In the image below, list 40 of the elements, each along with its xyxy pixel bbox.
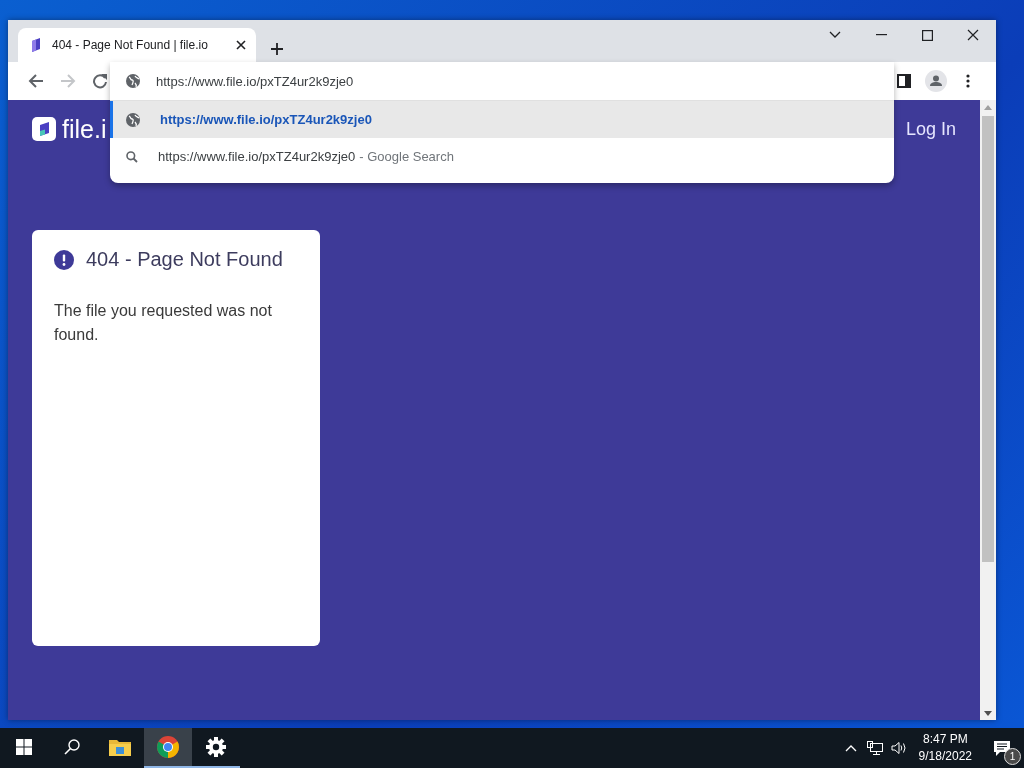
- new-tab-icon[interactable]: [270, 42, 284, 56]
- scroll-down-icon[interactable]: [984, 710, 992, 716]
- chevron-up-icon[interactable]: [844, 744, 857, 752]
- back-arrow-icon[interactable]: [28, 74, 44, 88]
- address-field[interactable]: https://www.file.io/pxTZ4ur2k9zje0: [156, 73, 756, 89]
- scrollbar[interactable]: [980, 100, 996, 720]
- logo-icon: [32, 117, 56, 141]
- logo-text: file.i: [62, 114, 107, 144]
- suggestion-item[interactable]: https://www.file.io/pxTZ4ur2k9zje0: [110, 101, 894, 138]
- search-icon: [126, 150, 138, 163]
- side-panel-icon[interactable]: [897, 74, 911, 88]
- suggestion-hint: - Google Search: [359, 149, 454, 164]
- error-message: The file you requested was not found.: [54, 301, 273, 345]
- globe-icon: [126, 112, 140, 127]
- menu-icon[interactable]: [966, 74, 970, 88]
- settings-icon: [206, 737, 226, 757]
- close-tab-icon[interactable]: [236, 40, 246, 50]
- network-icon[interactable]: [866, 741, 883, 755]
- globe-icon: [126, 74, 140, 88]
- clock-time: 8:47 PM: [922, 731, 968, 748]
- minimize-icon[interactable]: [875, 34, 887, 36]
- alert-icon: [54, 249, 74, 270]
- search-icon: [64, 739, 80, 755]
- speaker-icon[interactable]: [890, 741, 907, 755]
- login-link[interactable]: Log In: [905, 118, 956, 140]
- suggestion-item[interactable]: https://www.file.io/pxTZ4ur2k9zje0 - Google Search: [110, 138, 894, 175]
- site-logo-icon: [30, 38, 42, 52]
- error-title: 404 - Page Not Found: [86, 248, 283, 271]
- chevron-down-icon[interactable]: [829, 31, 841, 39]
- close-icon[interactable]: [967, 29, 979, 41]
- notification-count: 1: [1004, 748, 1021, 765]
- reload-icon[interactable]: [92, 73, 108, 89]
- profile-icon[interactable]: [925, 70, 947, 92]
- maximize-icon[interactable]: [921, 29, 933, 41]
- browser-tab[interactable]: 404 - Page Not Found | file.io: [18, 28, 256, 62]
- clock[interactable]: 8:47 PM 9/18/2022: [910, 731, 980, 765]
- browser-icon: [157, 736, 179, 758]
- windows-icon: [16, 739, 32, 755]
- folder-icon: [109, 738, 131, 756]
- clock-date: 9/18/2022: [918, 748, 972, 765]
